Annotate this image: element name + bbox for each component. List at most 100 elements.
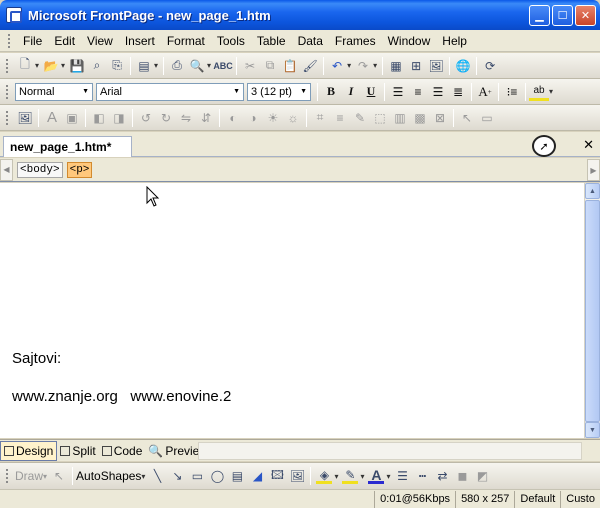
- crop-icon[interactable]: ⌗: [312, 110, 328, 126]
- bevel-icon[interactable]: ▥: [392, 110, 408, 126]
- document-tab[interactable]: new_page_1.htm*: [3, 136, 133, 157]
- hyperlink-icon[interactable]: 🌐: [455, 58, 471, 74]
- redo-icon[interactable]: ↷: [355, 58, 371, 74]
- line-icon[interactable]: ╲: [149, 468, 165, 484]
- menu-file[interactable]: File: [17, 34, 48, 48]
- toolbar-grip[interactable]: [6, 110, 9, 125]
- highlight-icon[interactable]: ab: [529, 83, 549, 101]
- tag-scroll-left-icon[interactable]: ◀: [0, 158, 13, 181]
- set-transparent-icon[interactable]: ✎: [352, 110, 368, 126]
- resample-icon[interactable]: ▩: [412, 110, 428, 126]
- menu-help[interactable]: Help: [436, 34, 473, 48]
- menu-tools[interactable]: Tools: [211, 34, 251, 48]
- scroll-up-icon[interactable]: ▲: [585, 183, 600, 199]
- toolbar-grip[interactable]: [6, 84, 9, 99]
- menu-table[interactable]: Table: [251, 34, 292, 48]
- rotate-left-icon[interactable]: ↺: [138, 110, 154, 126]
- paste-icon[interactable]: 📋: [282, 58, 298, 74]
- menu-frames[interactable]: Frames: [329, 34, 382, 48]
- more-contrast-icon[interactable]: ◐: [225, 110, 241, 126]
- tag-scroll-right-icon[interactable]: ▶: [587, 159, 600, 181]
- undo-dropdown-icon[interactable]: ▾: [347, 61, 351, 70]
- horizontal-scrollbar[interactable]: [198, 442, 582, 460]
- search-icon[interactable]: ⌕: [89, 58, 105, 74]
- refresh-icon[interactable]: ⟳: [482, 58, 498, 74]
- line-style-icon[interactable]: ☰: [394, 468, 410, 484]
- tag-body[interactable]: <body>: [17, 161, 63, 178]
- minimize-button[interactable]: ▁: [529, 5, 550, 26]
- picture-icon[interactable]: 🖼: [289, 468, 305, 484]
- text-icon[interactable]: A: [44, 109, 60, 126]
- save-icon[interactable]: 💾: [69, 58, 85, 74]
- menu-data[interactable]: Data: [292, 34, 329, 48]
- line-color-icon[interactable]: ✎: [342, 468, 359, 484]
- bring-forward-icon[interactable]: ◧: [91, 110, 107, 126]
- editor-line[interactable]: www.znanje.org www.enovine.2: [12, 388, 231, 405]
- clip-art-icon[interactable]: 🖾: [269, 468, 285, 484]
- undo-icon[interactable]: ↶: [329, 58, 345, 74]
- align-center-icon[interactable]: ≡: [408, 83, 428, 101]
- select-objects-icon[interactable]: ↖: [51, 468, 67, 484]
- new-page-icon[interactable]: 🗋: [17, 57, 33, 74]
- copy-icon[interactable]: ⧉: [262, 58, 278, 74]
- scroll-thumb[interactable]: [585, 200, 600, 422]
- text-box-icon[interactable]: ▤: [229, 468, 245, 484]
- preview-icon[interactable]: 🔍: [189, 58, 205, 74]
- font-select[interactable]: Arial ▼: [96, 82, 244, 101]
- pane-dropdown-icon[interactable]: ▾: [154, 61, 158, 70]
- reset-icon[interactable]: ⊠: [432, 110, 448, 126]
- publish-icon[interactable]: ⎘: [109, 58, 125, 74]
- line-style-icon[interactable]: ≡: [332, 110, 348, 126]
- less-brightness-icon[interactable]: ☼: [285, 110, 301, 126]
- toolbar-grip[interactable]: [8, 33, 11, 48]
- fill-color-icon[interactable]: ◈: [316, 468, 333, 484]
- editor-line[interactable]: Sajtovi:: [12, 350, 61, 367]
- toolbar-grip[interactable]: [6, 469, 9, 483]
- send-backward-icon[interactable]: ◨: [111, 110, 127, 126]
- page-dimensions[interactable]: 580 x 257: [455, 490, 514, 508]
- menu-view[interactable]: View: [81, 34, 119, 48]
- align-left-icon[interactable]: ☰: [388, 83, 408, 101]
- autoshapes-button[interactable]: AutoShapes: [76, 469, 141, 483]
- menu-edit[interactable]: Edit: [48, 34, 81, 48]
- wordart-icon[interactable]: ◢: [249, 468, 265, 484]
- oval-icon[interactable]: ◯: [209, 468, 225, 484]
- tag-p[interactable]: <p>: [66, 161, 93, 178]
- format-painter-icon[interactable]: 🖌: [302, 58, 318, 74]
- open-dropdown-icon[interactable]: ▾: [61, 61, 65, 70]
- new-dropdown-icon[interactable]: ▾: [35, 61, 39, 70]
- rectangular-hotspot-icon[interactable]: ▭: [479, 110, 495, 126]
- increase-font-icon[interactable]: A +: [475, 83, 495, 101]
- menu-format[interactable]: Format: [161, 34, 211, 48]
- draw-menu-button[interactable]: Draw: [15, 469, 43, 483]
- maximize-button[interactable]: ☐: [552, 5, 573, 26]
- font-color-dropdown-icon[interactable]: ▾: [386, 472, 390, 481]
- select-icon[interactable]: ↖: [459, 110, 475, 126]
- shadow-style-icon[interactable]: ◼: [454, 468, 470, 484]
- open-folder-icon[interactable]: 📂: [43, 58, 59, 74]
- scroll-down-icon[interactable]: ▼: [585, 422, 600, 438]
- arrow-icon[interactable]: ↘: [169, 468, 185, 484]
- font-color-icon[interactable]: A: [368, 467, 385, 484]
- frontpage-app-icon[interactable]: [6, 7, 22, 23]
- cut-icon[interactable]: ✂: [242, 58, 258, 74]
- italic-button[interactable]: I: [341, 83, 361, 101]
- more-brightness-icon[interactable]: ☀: [265, 110, 281, 126]
- flip-vertical-icon[interactable]: ⇵: [198, 110, 214, 126]
- draw-dropdown-icon[interactable]: ▾: [43, 472, 47, 481]
- align-right-icon[interactable]: ☰: [428, 83, 448, 101]
- dash-style-icon[interactable]: ┅: [414, 468, 430, 484]
- tab-code[interactable]: Code: [99, 441, 146, 461]
- toggle-pane-icon[interactable]: ▤: [136, 58, 152, 74]
- font-size-select[interactable]: 3 (12 pt) ▼: [247, 82, 311, 101]
- insert-table-icon[interactable]: ⊞: [408, 58, 424, 74]
- insert-picture-icon[interactable]: 🖼: [428, 58, 444, 74]
- redo-dropdown-icon[interactable]: ▾: [373, 61, 377, 70]
- close-document-button[interactable]: ✕: [583, 137, 594, 153]
- flip-horizontal-icon[interactable]: ⇋: [178, 110, 194, 126]
- autothumbnail-icon[interactable]: ▣: [64, 110, 80, 126]
- design-view-editor[interactable]: Sajtovi: www.znanje.org www.enovine.2: [0, 183, 584, 438]
- style-select[interactable]: Normal ▼: [15, 82, 93, 101]
- fill-dropdown-icon[interactable]: ▾: [334, 472, 338, 481]
- rotate-right-icon[interactable]: ↻: [158, 110, 174, 126]
